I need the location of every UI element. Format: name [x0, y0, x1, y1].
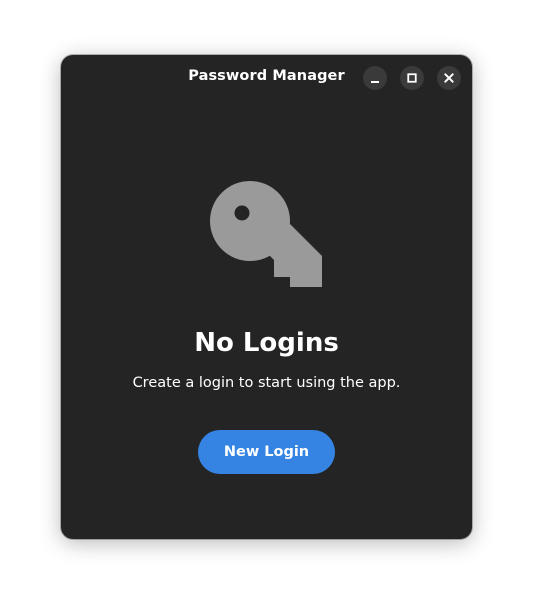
maximize-button[interactable] — [400, 66, 424, 90]
maximize-icon — [407, 73, 417, 83]
new-login-button[interactable]: New Login — [198, 430, 335, 474]
header-bar[interactable]: Password Manager — [61, 55, 472, 101]
minimize-icon — [371, 81, 379, 83]
key-icon — [210, 181, 322, 287]
status-title: No Logins — [194, 328, 339, 358]
app-window: Password Manager No Logins Create a logi… — [61, 55, 472, 539]
minimize-button[interactable] — [363, 66, 387, 90]
close-button[interactable] — [437, 66, 461, 90]
status-description: Create a login to start using the app. — [132, 375, 401, 391]
close-icon — [444, 73, 454, 83]
